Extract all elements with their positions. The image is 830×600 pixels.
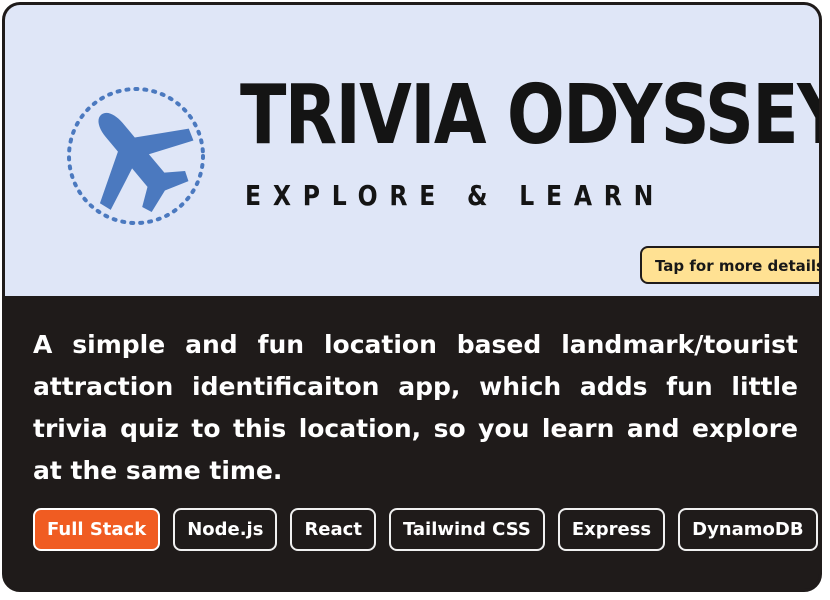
tag-dynamodb: DynamoDB (678, 508, 818, 551)
technology-tags: Full Stack Node.js React Tailwind CSS Ex… (33, 508, 818, 551)
tag-full-stack: Full Stack (33, 508, 161, 551)
tag-express: Express (557, 508, 666, 551)
tag-tailwind-css: Tailwind CSS (388, 508, 545, 551)
hero-title: TRIVIA ODYSSEY (240, 68, 822, 163)
project-description: A simple and fun location based landmark… (33, 330, 798, 485)
tag-nodejs: Node.js (173, 508, 278, 551)
project-card[interactable]: TRIVIA ODYSSEY EXPLORE & LEARN Tap for m… (2, 2, 822, 592)
logo-badge (61, 81, 211, 231)
tag-react: React (290, 508, 376, 551)
hero-banner: TRIVIA ODYSSEY EXPLORE & LEARN Tap for m… (5, 5, 819, 296)
hero-subtitle: EXPLORE & LEARN (245, 179, 666, 212)
airplane-icon (67, 87, 205, 225)
details-button[interactable]: Tap for more details (640, 246, 819, 284)
project-description-panel: A simple and fun location based landmark… (5, 296, 819, 589)
